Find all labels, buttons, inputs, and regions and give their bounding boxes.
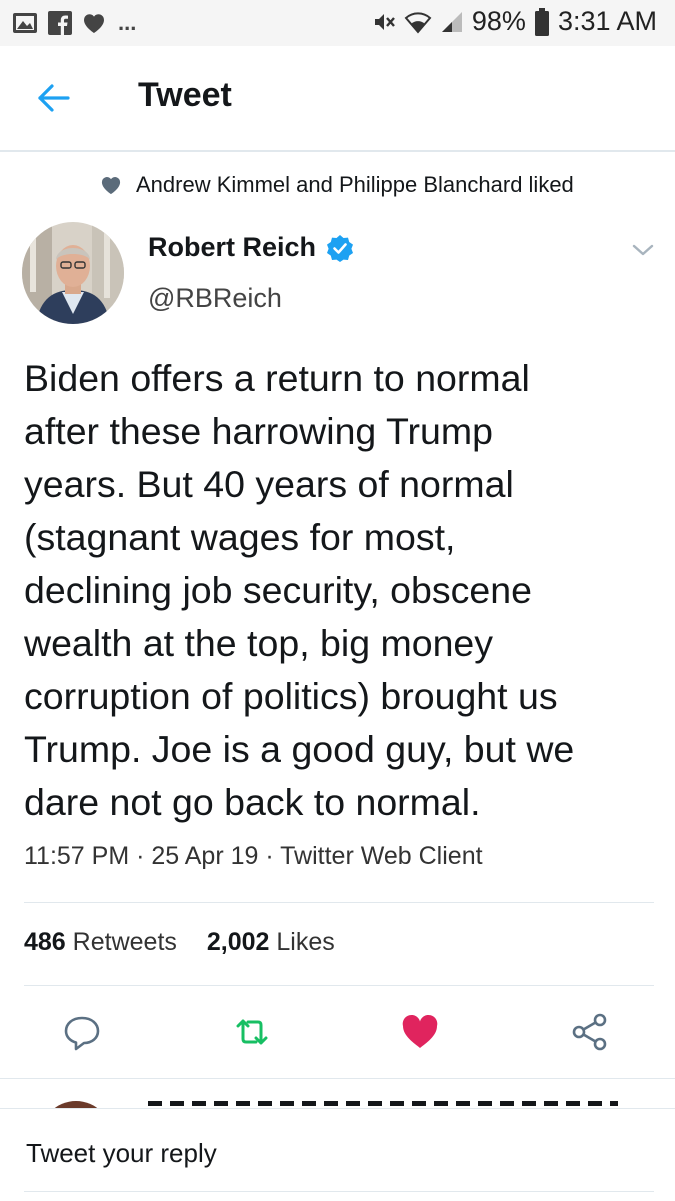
tweet-text-line: declining job security, obscene — [24, 569, 532, 611]
social-context[interactable]: Andrew Kimmel and Philippe Blanchard lik… — [100, 172, 574, 198]
facebook-icon — [48, 11, 72, 35]
notification-icons: ... — [12, 10, 136, 36]
heart-icon — [83, 14, 105, 34]
page-title: Tweet — [138, 76, 232, 114]
reply-underline — [24, 1191, 654, 1192]
image-icon — [13, 13, 37, 33]
avatar-image — [22, 222, 124, 324]
social-context-text: Andrew Kimmel and Philippe Blanchard lik… — [136, 172, 574, 197]
tweet-text-line: dare not go back to normal. — [24, 781, 481, 823]
retweets-stat[interactable]: 486 Retweets — [24, 928, 177, 957]
likes-count: 2,002 — [206, 928, 270, 956]
likes-label: Likes — [276, 928, 335, 956]
tweet-text-line: Biden offers a return to normal — [24, 357, 530, 399]
reply-input[interactable] — [24, 1137, 628, 1170]
mute-icon — [374, 13, 395, 30]
back-arrow-icon[interactable] — [34, 78, 74, 118]
tweet-text-line: years. But 40 years of normal — [24, 463, 514, 505]
reply-icon[interactable] — [62, 1012, 102, 1052]
clock: 3:31 AM — [557, 6, 657, 36]
signal-icon — [441, 11, 462, 32]
battery-icon — [534, 7, 549, 36]
verified-badge-icon — [327, 234, 354, 262]
tweet-text-line: after these harrowing Trump — [24, 410, 493, 452]
share-icon[interactable] — [570, 1012, 610, 1052]
next-reply-preview — [0, 1078, 675, 1109]
tweet-text: Biden offers a return to normal after th… — [24, 352, 654, 829]
reply-composer — [0, 1108, 675, 1201]
author-handle[interactable]: @RBReich — [148, 283, 282, 314]
chevron-down-icon[interactable] — [630, 240, 656, 260]
likes-stat[interactable]: 2,002 Likes — [207, 928, 335, 957]
heart-icon — [101, 177, 121, 195]
app-bar: Tweet — [0, 46, 675, 152]
more-notifications: ... — [118, 10, 137, 35]
tweet-timestamp: 11:57 PM · 25 Apr 19 · Twitter Web Clien… — [24, 842, 483, 870]
status-bar: ... 98% 3:31 AM — [0, 0, 675, 46]
battery-percent: 98% — [471, 6, 526, 36]
retweets-label: Retweets — [72, 928, 177, 956]
wifi-icon — [404, 11, 432, 34]
reply-header-cutoff — [148, 1101, 618, 1106]
divider — [24, 902, 654, 903]
tweet-text-line: corruption of politics) brought us — [24, 675, 558, 717]
like-heart-icon[interactable] — [400, 1012, 440, 1052]
retweet-icon[interactable] — [232, 1012, 272, 1052]
author-row[interactable]: Robert Reich — [148, 232, 354, 263]
tweet-text-line: Trump. Joe is a good guy, but we — [24, 728, 575, 770]
author-name[interactable]: Robert Reich — [148, 232, 316, 263]
avatar[interactable] — [22, 222, 124, 324]
tweet-text-line: (stagnant wages for most, — [24, 516, 456, 558]
retweets-count: 486 — [24, 928, 66, 956]
divider — [24, 985, 654, 986]
tweet-stats: 486 Retweets 2,002 Likes — [24, 928, 335, 957]
tweet-text-line: wealth at the top, big money — [24, 622, 494, 664]
